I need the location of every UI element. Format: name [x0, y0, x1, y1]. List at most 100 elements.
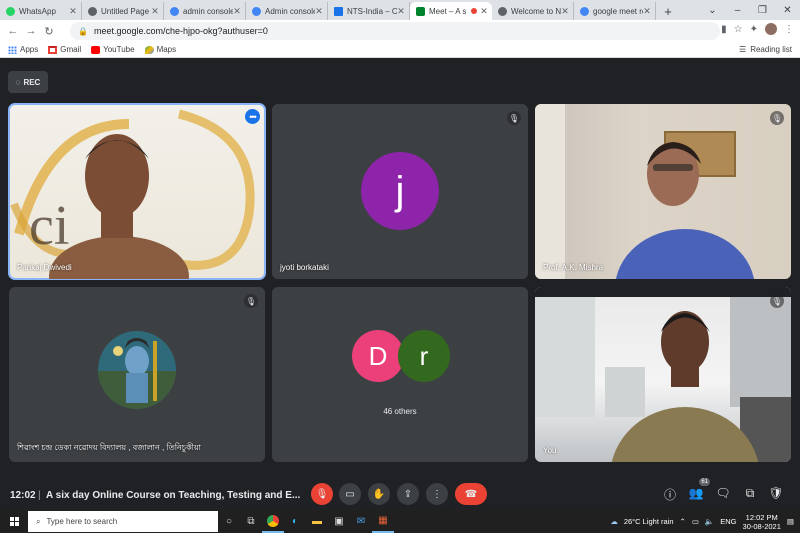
- rec-label: REC: [23, 77, 41, 87]
- menu-kebab-icon[interactable]: ⋮: [784, 24, 794, 35]
- tray-overflow-icon[interactable]: ⌃: [680, 517, 686, 526]
- lock-icon[interactable]: 🔒: [78, 27, 88, 36]
- close-icon[interactable]: ✕: [480, 6, 488, 17]
- cortana-icon[interactable]: ○: [218, 510, 240, 533]
- participant-tile-ak-mishra[interactable]: 🎙 Prof. A.K. Mishra: [535, 104, 791, 279]
- tile-more-options-button[interactable]: •••: [245, 109, 260, 124]
- close-icon[interactable]: ✕: [561, 6, 569, 17]
- participant-count-badge: 61: [699, 478, 710, 486]
- extensions-icon[interactable]: ✦: [750, 24, 758, 35]
- bookmark-maps[interactable]: Maps: [144, 45, 176, 54]
- meet-icon: [416, 6, 425, 16]
- profile-picture: [98, 331, 176, 409]
- globe-icon: [498, 6, 507, 16]
- activities-icon[interactable]: ⧉: [742, 486, 758, 501]
- avatar-initial: j: [395, 168, 405, 213]
- mail-icon[interactable]: ✉: [350, 510, 372, 533]
- bookmark-gmail[interactable]: Gmail: [48, 45, 81, 54]
- taskbar-time: 12:02 PM: [745, 512, 778, 522]
- meeting-clock: 12:02: [10, 490, 36, 501]
- language-indicator[interactable]: ENG: [720, 517, 736, 526]
- camera-in-use-icon[interactable]: ▮: [721, 24, 727, 35]
- chrome-icon: [267, 514, 279, 527]
- powerpoint-taskbar-icon[interactable]: ▦: [372, 510, 394, 533]
- browser-toolbar: ← → ↻ 🔒 meet.google.com/che-hjpo-okg?aut…: [0, 20, 800, 42]
- network-icon[interactable]: ▭: [692, 517, 699, 526]
- mic-toggle-button[interactable]: 🎙: [311, 483, 333, 505]
- participant-tile-school[interactable]: 🎙 শিৱাংশ চন্দ্ৰ ডেকা নৱোদয় বিদ্যালয় , …: [9, 287, 265, 462]
- task-view-icon[interactable]: ⧉: [240, 510, 262, 533]
- others-tile[interactable]: D r 46 others: [272, 287, 528, 462]
- present-button[interactable]: ⇪: [397, 483, 419, 505]
- tab-whatsapp[interactable]: WhatsApp ✕: [0, 2, 82, 20]
- self-view-tile[interactable]: 🎙 You: [535, 287, 791, 462]
- taskbar-search-box[interactable]: ⌕ Type here to search: [28, 511, 218, 532]
- tab-nts-india[interactable]: NTS-India – Ca ✕: [328, 2, 410, 20]
- edge-taskbar-icon[interactable]: ◐: [284, 510, 306, 533]
- meet-main: ◌ REC ci ••• Pankaj Dwivedi 🎙 j jyoti bo…: [0, 60, 800, 510]
- host-controls-icon[interactable]: 🛡: [768, 486, 784, 500]
- weather-text[interactable]: 26°C Light rain: [624, 517, 674, 526]
- google-icon: [580, 6, 589, 16]
- close-window-icon[interactable]: ✕: [775, 5, 800, 16]
- envelope-icon: ✉: [356, 516, 366, 527]
- camera-toggle-button[interactable]: ▭: [339, 483, 361, 505]
- minimize-icon[interactable]: –: [725, 5, 750, 16]
- people-button[interactable]: 👥 61: [688, 478, 710, 500]
- notifications-icon[interactable]: ▤: [787, 517, 794, 526]
- profile-avatar[interactable]: [765, 23, 777, 35]
- tab-meet[interactable]: Meet – A s ✕: [410, 2, 492, 20]
- reading-list-button[interactable]: ☰ Reading list: [739, 45, 792, 54]
- more-options-button[interactable]: ⋮: [426, 483, 448, 505]
- file-explorer-icon[interactable]: ▬: [306, 510, 328, 533]
- recording-spinner-icon: ◌: [15, 77, 21, 87]
- close-icon[interactable]: ✕: [397, 6, 405, 17]
- bookmark-apps[interactable]: Apps: [8, 45, 38, 54]
- tab-admin-console[interactable]: Admin console ✕: [246, 2, 328, 20]
- bookmarks-bar: Apps Gmail YouTube Maps ☰ Reading list: [0, 42, 800, 58]
- bookmark-youtube[interactable]: YouTube: [91, 45, 135, 54]
- taskbar-clock[interactable]: 12:02 PM 30-08-2021: [743, 513, 781, 531]
- tab-welcome-nt[interactable]: Welcome to NT ✕: [492, 2, 574, 20]
- chat-icon[interactable]: 🗨: [715, 486, 731, 500]
- close-icon[interactable]: ✕: [233, 6, 241, 17]
- participant-name: Pankaj Dwivedi: [17, 263, 72, 272]
- reload-icon[interactable]: ↻: [40, 25, 58, 38]
- meeting-title[interactable]: A six day Online Course on Teaching, Tes…: [46, 490, 300, 501]
- tab-search-icon[interactable]: ⌄: [700, 5, 725, 16]
- participant-tile-jyoti[interactable]: 🎙 j jyoti borkataki: [272, 104, 528, 279]
- tab-google-meet-search[interactable]: google meet re ✕: [574, 2, 656, 20]
- close-icon[interactable]: ✕: [643, 6, 651, 17]
- tab-untitled-page[interactable]: Untitled Page ✕: [82, 2, 164, 20]
- store-icon[interactable]: ▣: [328, 510, 350, 533]
- participant-name: You: [543, 446, 557, 455]
- search-placeholder: Type here to search: [46, 517, 118, 526]
- participant-tile-pankaj[interactable]: ci ••• Pankaj Dwivedi: [8, 103, 266, 280]
- forward-icon[interactable]: →: [22, 25, 40, 37]
- meeting-info-icon[interactable]: ⓘ: [662, 486, 678, 503]
- tab-title: Admin console: [265, 6, 315, 16]
- avatar-initial: D: [368, 340, 388, 371]
- close-icon[interactable]: ✕: [315, 6, 323, 17]
- chrome-taskbar-icon[interactable]: [262, 510, 284, 533]
- windows-start-button[interactable]: [0, 510, 28, 533]
- tab-admin-console-search[interactable]: admin console ✕: [164, 2, 246, 20]
- volume-icon[interactable]: 🔈: [705, 517, 714, 526]
- close-icon[interactable]: ✕: [69, 6, 77, 17]
- leave-call-button[interactable]: ☎: [455, 483, 487, 505]
- back-icon[interactable]: ←: [4, 25, 22, 37]
- close-icon[interactable]: ✕: [151, 6, 159, 17]
- tab-title: Meet – A s: [429, 6, 467, 16]
- new-tab-button[interactable]: +: [659, 2, 677, 20]
- reading-list-label: Reading list: [750, 45, 792, 54]
- bookmark-star-icon[interactable]: ☆: [734, 24, 743, 35]
- separator: |: [38, 490, 41, 501]
- raise-hand-button[interactable]: ✋: [368, 483, 390, 505]
- tab-title: Welcome to NT: [511, 6, 561, 16]
- gmail-icon: [48, 45, 58, 54]
- others-count-label: 46 others: [383, 407, 417, 416]
- address-bar[interactable]: 🔒 meet.google.com/che-hjpo-okg?authuser=…: [70, 22, 720, 40]
- participant-avatar: j: [361, 152, 439, 230]
- recording-badge[interactable]: ◌ REC: [8, 71, 48, 93]
- restore-icon[interactable]: ❐: [750, 5, 775, 16]
